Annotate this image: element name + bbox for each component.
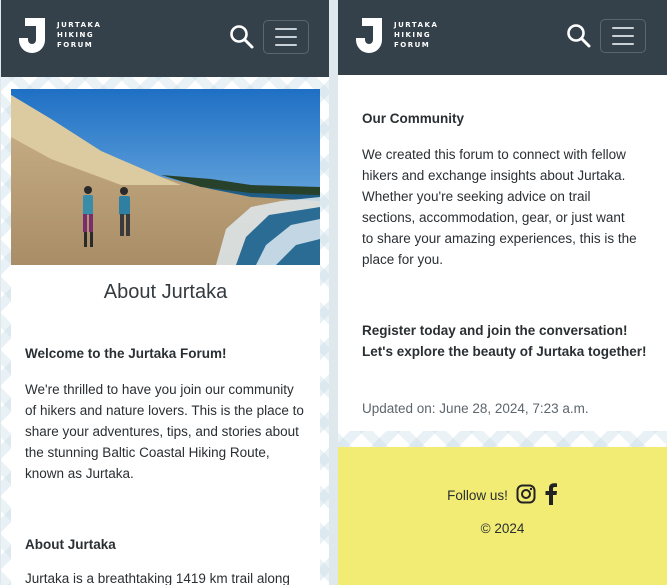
updated-timestamp: Updated on: June 28, 2024, 7:23 a.m. <box>362 401 589 416</box>
left-viewport: JURTAKA HIKING FORUM About Jurtaka Welco… <box>1 0 329 585</box>
welcome-line: the stunning Baltic Coastal Hiking Route… <box>25 445 270 460</box>
follow-row: Follow us! <box>338 483 667 508</box>
facebook-icon[interactable] <box>544 483 558 508</box>
site-logo[interactable]: JURTAKA HIKING FORUM <box>17 16 101 54</box>
search-icon[interactable] <box>566 23 592 49</box>
logo-j-icon <box>354 16 384 54</box>
navbar: JURTAKA HIKING FORUM <box>338 0 667 75</box>
welcome-line: share your adventures, tips, and stories… <box>25 424 299 439</box>
call-to-action: Register today and join the conversation… <box>362 320 647 362</box>
hamburger-menu-icon[interactable] <box>600 19 646 53</box>
community-line: hikers and exchange insights about Jurta… <box>362 168 626 183</box>
welcome-heading: Welcome to the Jurtaka Forum! <box>25 346 227 361</box>
logo-line-2: HIKING <box>57 31 95 39</box>
logo-text: JURTAKA HIKING FORUM <box>394 20 438 50</box>
community-line: sections, accommodation, gear, or just w… <box>362 210 625 225</box>
hamburger-menu-icon[interactable] <box>263 20 309 54</box>
community-line: place for you. <box>362 252 444 267</box>
about-paragraph: Jurtaka is a breathtaking 1419 km trail … <box>25 568 290 585</box>
about-line: Jurtaka is a breathtaking 1419 km trail … <box>25 571 290 585</box>
logo-text: JURTAKA HIKING FORUM <box>57 20 101 50</box>
welcome-line: of hikers and nature lovers. This is the… <box>25 403 304 418</box>
community-line: Whether you're seeking advice on trail <box>362 189 591 204</box>
cta-line: Register today and join the conversation… <box>362 323 628 338</box>
community-line: to share your amazing experiences, this … <box>362 231 637 246</box>
welcome-line: known as Jurtaka. <box>25 466 134 481</box>
about-card: About Jurtaka Welcome to the Jurtaka For… <box>11 89 320 585</box>
search-icon[interactable] <box>229 24 255 50</box>
community-paragraph: We created this forum to connect with fe… <box>362 144 637 270</box>
instagram-icon[interactable] <box>516 484 536 507</box>
navbar: JURTAKA HIKING FORUM <box>1 0 329 77</box>
community-card: Our Community We created this forum to c… <box>338 75 667 431</box>
logo-line-3: FORUM <box>57 41 94 49</box>
hero-image <box>11 89 320 265</box>
welcome-paragraph: We're thrilled to have you join our comm… <box>25 379 304 484</box>
community-heading: Our Community <box>362 111 465 126</box>
right-viewport: JURTAKA HIKING FORUM Our Community We cr… <box>338 0 667 585</box>
site-logo[interactable]: JURTAKA HIKING FORUM <box>354 16 438 54</box>
community-line: We created this forum to connect with fe… <box>362 147 626 162</box>
logo-line-2: HIKING <box>394 31 432 39</box>
logo-j-icon <box>17 16 47 54</box>
copyright: © 2024 <box>480 521 525 536</box>
welcome-line: We're thrilled to have you join our comm… <box>25 382 294 397</box>
page-title: About Jurtaka <box>103 281 228 303</box>
about-heading: About Jurtaka <box>25 537 116 552</box>
site-footer: Follow us! © 2024 <box>338 447 667 585</box>
logo-line-1: JURTAKA <box>394 21 439 29</box>
follow-label: Follow us! <box>447 488 508 503</box>
logo-line-1: JURTAKA <box>57 21 102 29</box>
logo-line-3: FORUM <box>394 41 431 49</box>
cta-line: Let's explore the beauty of Jurtaka toge… <box>362 344 647 359</box>
